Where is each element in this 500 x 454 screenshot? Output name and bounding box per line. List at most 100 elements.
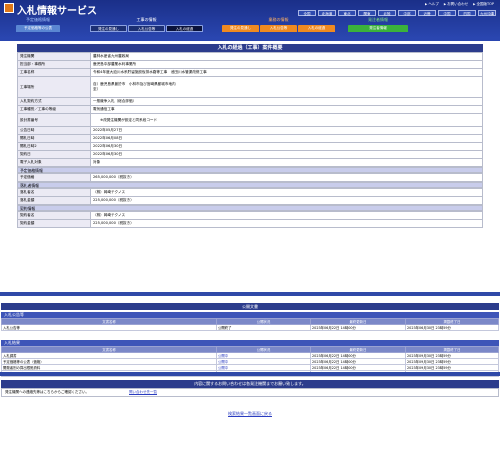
table-row: 発注機関 農林水産省九州農政局 (17, 52, 483, 61)
category-title: 工事の情報 (136, 17, 157, 22)
region-tab[interactable]: 中国 (438, 10, 456, 16)
region-tab[interactable]: 全国 (298, 10, 316, 16)
row-value: 一般競争入札（総合評価） (90, 97, 483, 106)
row-label: 落札者名 (17, 188, 91, 197)
contact-text: 発注機関への連絡先等はこちらからご確認ください。 (5, 390, 89, 394)
construction-outlook-button[interactable]: 発注の見通し (90, 25, 127, 32)
case-summary-table: 発注機関 農林水産省九州農政局 担当部・事務所 鹿児島中部農業水利事業所 工事名称令… (17, 52, 483, 167)
category-services: 業務の情報 発注の見通し 入札公告等 入札の経過 (222, 17, 335, 37)
row-label: 工事名称 (17, 68, 91, 77)
winner-table: 落札者名 （株）岡崎テクノス 落札金額 225,000,000（税抜き） (17, 188, 483, 205)
region-tab[interactable]: 東北 (338, 10, 356, 16)
contact-link[interactable]: お問い合わせ (444, 2, 468, 7)
region-tab[interactable]: 北陸 (378, 10, 396, 16)
region-tab[interactable]: 北海道 (318, 10, 336, 16)
row-label: 公告日時 (17, 126, 91, 135)
price-table: 予定価格 265,000,000（税抜き） (17, 173, 483, 182)
row-value: 2022年05月27日 (90, 126, 483, 135)
region-nav: 全国 北海道 東北 関東 北陸 中部 近畿 中国 四国 九州沖縄 (298, 10, 496, 16)
row-value: 225,000,000（税抜き） (90, 196, 483, 205)
row-label: 発注機関 (17, 52, 91, 61)
table-row: 契約者名 （株）岡崎テクノス (17, 211, 483, 220)
price-publication-button[interactable]: 予定価格等の公表 (16, 25, 60, 32)
doc-status: 公開終了 (216, 324, 311, 331)
table-row: 電子入札対象 対象 (17, 158, 483, 167)
table-row: 公告日時 2022年05月27日 (17, 126, 483, 135)
table-row: 開札日時 2022年06月08日 (17, 134, 483, 143)
row-value: 自）鹿児島県曽於市 小林市及び宮崎県都城市地内 至） (90, 76, 483, 98)
row-label: 工事種別／工事の等級 (17, 105, 91, 114)
orderer-info-button[interactable]: 発注者情報 (348, 25, 408, 32)
row-label: 担当部・事務所 (17, 60, 91, 69)
category-construction: 工事の情報 発注の見通し 入札公告等 入札の経過 (90, 17, 203, 37)
table-row: 予定価格 265,000,000（税抜き） (17, 173, 483, 182)
site-header: 入札情報サービス ヘルプ お問い合わせ 全国版TOP 全国 北海道 東北 関東 … (0, 0, 500, 38)
row-value: 2022年06月30日 (90, 142, 483, 151)
national-top-link[interactable]: 全国版TOP (473, 2, 494, 7)
category-price: 予定価格情報 予定価格等の公表 (16, 17, 60, 37)
case-summary-panel: 入札の経過（工事）案件概要 発注機関 農林水産省九州農政局 担当部・事務所 鹿児島中… (17, 44, 483, 228)
site-title: 入札情報サービス (17, 6, 97, 17)
docs-table-notice: 文書名称 公開状況 最終更新日 掲載終了日 入札公告等 公開終了 2023年06… (1, 318, 499, 331)
row-value: 2022年06月08日 (90, 134, 483, 143)
table-row: 契約金額 225,000,000（税抜き） (17, 219, 483, 228)
row-value: 電気通信工事 (90, 105, 483, 114)
row-label: 契約者名 (17, 211, 91, 220)
section-divider (0, 372, 500, 376)
table-row: 落札者名 （株）岡崎テクノス (17, 188, 483, 197)
region-tab[interactable]: 中部 (398, 10, 416, 16)
header-divider (0, 38, 500, 41)
doc-updated: 2023年06月22日 14時00分 (310, 324, 406, 331)
category-title: 発注者情報 (368, 17, 388, 22)
services-outlook-button[interactable]: 発注の見通し (222, 25, 259, 32)
services-notice-button[interactable]: 入札公告等 (260, 25, 297, 32)
construction-notice-button[interactable]: 入札公告等 (128, 25, 165, 32)
row-label: 設計書番号 (17, 113, 91, 127)
top-links: ヘルプ お問い合わせ 全国版TOP (425, 2, 494, 7)
region-tab[interactable]: 九州沖縄 (478, 10, 496, 16)
row-label: 契約金額 (17, 219, 91, 228)
contract-table: 契約者名 （株）岡崎テクノス 契約金額 225,000,000（税抜き） (17, 211, 483, 228)
doc-end: 2023年06月30日 23時59分 (405, 324, 499, 331)
category-title: 予定価格情報 (26, 17, 50, 22)
contact-list-link[interactable]: 問い合わせ先一覧 (129, 390, 157, 395)
table-row: 工事名称 令和4年度大迫川水系貯留施設仮排水路等工事 池田川水管渠改修工事 (17, 68, 483, 77)
category-orderer: 発注者情報 発注者情報 (348, 17, 408, 37)
table-row: 工事場所 自）鹿児島県曽於市 小林市及び宮崎県都城市地内 至） (17, 76, 483, 98)
public-documents-panel: 公開文書 入札公告等 文書名称 公開状況 最終更新日 掲載終了日 入札公告等 公… (1, 303, 499, 377)
table-row: 開札日時2 2022年06月30日 (17, 142, 483, 151)
row-value: 鹿児島中部農業水利事業所 (90, 60, 483, 69)
row-value: 2022年06月30日 (90, 150, 483, 159)
back-to-results-link[interactable]: 検索結果一覧画面に戻る (0, 411, 500, 417)
construction-result-button[interactable]: 入札の経過 (166, 25, 203, 32)
row-value: ※改発注機関が設定と同系段コード (90, 113, 483, 127)
row-value: （株）岡崎テクノス (90, 188, 483, 197)
row-label: 工事場所 (17, 76, 91, 98)
category-title: 業務の情報 (268, 17, 289, 22)
row-value: 令和4年度大迫川水系貯留施設仮排水路等工事 池田川水管渠改修工事 (90, 68, 483, 77)
row-label: 開札日時 (17, 134, 91, 143)
services-result-button[interactable]: 入札の経過 (298, 25, 335, 32)
region-tab[interactable]: 近畿 (418, 10, 436, 16)
row-label: 入札契約方式 (17, 97, 91, 106)
table-row: 入札契約方式 一般競争入札（総合評価） (17, 97, 483, 106)
section-divider (0, 292, 500, 296)
contact-panel: 内容に関するお問い合わせは各発注機関までお願い致します。 発注機関への連絡先等は… (1, 380, 499, 397)
row-value: 225,000,000（税抜き） (90, 219, 483, 228)
table-row: 担当部・事務所 鹿児島中部農業水利事業所 (17, 60, 483, 69)
row-label: 開札日時2 (17, 142, 91, 151)
row-value: 農林水産省九州農政局 (90, 52, 483, 61)
docs-heading: 公開文書 (1, 303, 499, 310)
region-tab[interactable]: 関東 (358, 10, 376, 16)
help-link[interactable]: ヘルプ (425, 2, 439, 7)
panel-heading: 入札の経過（工事）案件概要 (17, 44, 483, 52)
table-row: 設計書番号 ※改発注機関が設定と同系段コード (17, 113, 483, 127)
row-label: 予定価格 (17, 173, 91, 182)
region-tab[interactable]: 四国 (458, 10, 476, 16)
site-logo (4, 3, 14, 13)
row-value: （株）岡崎テクノス (90, 211, 483, 220)
row-label: 電子入札対象 (17, 158, 91, 167)
row-label: 落札金額 (17, 196, 91, 205)
contact-body: 発注機関への連絡先等はこちらからご確認ください。 問い合わせ先一覧 (1, 388, 499, 397)
row-value: 対象 (90, 158, 483, 167)
